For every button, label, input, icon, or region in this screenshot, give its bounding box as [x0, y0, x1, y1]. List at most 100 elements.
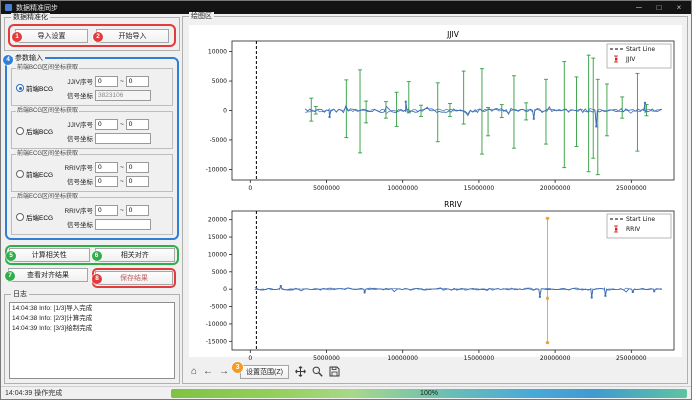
radio-label: 前端ECG [26, 169, 53, 179]
svg-text:-5000: -5000 [210, 137, 228, 144]
annotation-correlation-box: 5 计算相关性 6 相关对齐 [5, 245, 179, 265]
save-result-button[interactable]: 8 保存结果 [95, 271, 173, 285]
log-entry: 14:04:38 Info: [1/3]导入完成 [12, 304, 172, 314]
param-group-legend: 前端ECG区间坐标获取 [16, 151, 79, 158]
svg-text:5000: 5000 [212, 269, 227, 276]
view-align-result-button[interactable]: 7 查看对齐结果 [8, 268, 88, 282]
svg-text:25000000: 25000000 [616, 355, 647, 362]
set-range-wrap: 3 设置范围(Z) [235, 365, 289, 379]
back-bcg-jjiv-end-input[interactable] [126, 119, 149, 130]
range-separator: ~ [120, 78, 124, 85]
svg-text:25000000: 25000000 [616, 185, 647, 192]
annotation-step-8: 8 [92, 274, 102, 284]
annotation-step-1: 1 [12, 32, 22, 42]
param-group-legend: 后端ECG区间坐标获取 [16, 194, 79, 201]
app-window: 数据精准同步 ─ □ × 数据精准化 1 导入设置 2 开始导入 4 参数输入 [0, 0, 692, 400]
svg-text:Start Line: Start Line [626, 216, 655, 223]
front-ecg-rriv-end-input[interactable] [126, 162, 149, 173]
range-separator: ~ [120, 178, 124, 185]
jjiv-index-label: JJIV序号 [60, 76, 93, 86]
front-ecg-coord-start-input[interactable] [95, 176, 118, 187]
correlation-align-label: 相关对齐 [121, 250, 149, 260]
radio-front-bcg[interactable]: 前端BCG [14, 83, 60, 93]
svg-text:20000: 20000 [208, 217, 227, 224]
range-separator: ~ [120, 164, 124, 171]
save-figure-icon[interactable] [329, 366, 340, 377]
svg-text:0: 0 [223, 286, 227, 293]
svg-text:-10000: -10000 [206, 166, 227, 173]
radio-front-ecg[interactable]: 前端ECG [14, 169, 60, 179]
titlebar: 数据精准同步 ─ □ × [1, 1, 691, 14]
maximize-icon[interactable]: □ [651, 1, 667, 14]
annotation-step-5: 5 [6, 251, 16, 261]
rriv-chart: 0 5000000 10000000 15000000 20000000 25000000… [190, 197, 681, 363]
home-icon[interactable]: ⌂ [191, 366, 197, 377]
back-ecg-signal-coord-input[interactable] [95, 219, 151, 230]
correlation-align-button[interactable]: 6 相关对齐 [95, 248, 176, 262]
jjiv-chart: 0500000010000000150000002000000025000000… [190, 27, 681, 193]
calc-correlation-label: 计算相关性 [32, 250, 67, 260]
svg-text:0: 0 [248, 355, 252, 362]
svg-text:-15000: -15000 [206, 338, 227, 345]
param-group-back-ecg: 后端ECG区间坐标获取 后端ECG RRIV序号 ~ [11, 197, 173, 235]
radio-back-ecg[interactable]: 后端ECG [14, 212, 60, 222]
import-settings-button[interactable]: 1 导入设置 [15, 29, 88, 43]
front-bcg-signal-coord-input[interactable] [95, 90, 151, 101]
range-separator: ~ [120, 207, 124, 214]
svg-text:0: 0 [223, 108, 227, 115]
figure: 0500000010000000150000002000000025000000… [189, 25, 682, 357]
app-icon [5, 4, 12, 11]
log-entry: 14:04:39 Info: [3/3]绘制完成 [12, 324, 172, 334]
signal-coord-label: 信号坐标 [60, 133, 93, 143]
svg-text:JJIV: JJIV [446, 30, 460, 39]
back-ecg-rriv-end-input[interactable] [126, 205, 149, 216]
zoom-icon[interactable] [312, 366, 323, 377]
plot-area-group: 绘图区 050000001000000015000000200000002500… [182, 16, 688, 384]
signal-coord-label: 信号坐标 [60, 219, 93, 229]
svg-text:20000000: 20000000 [540, 355, 571, 362]
svg-text:15000000: 15000000 [464, 185, 495, 192]
log-group: 日志 14:04:38 Info: [1/3]导入完成 14:04:38 Inf… [4, 294, 180, 384]
param-group-back-bcg: 后端BCG区间坐标获取 后端BCG JJIV序号 ~ [11, 111, 173, 149]
log-list[interactable]: 14:04:38 Info: [1/3]导入完成 14:04:38 Info: … [9, 302, 175, 379]
calc-correlation-button[interactable]: 5 计算相关性 [9, 248, 90, 262]
start-import-button[interactable]: 2 开始导入 [96, 29, 169, 43]
radio-icon [16, 127, 24, 135]
back-bcg-jjiv-start-input[interactable] [95, 119, 118, 130]
action-buttons: 5 计算相关性 6 相关对齐 7 查看对齐结果 8 [5, 245, 179, 288]
svg-text:JJIV: JJIV [625, 56, 636, 63]
radio-icon [16, 170, 24, 178]
svg-text:-5000: -5000 [210, 304, 228, 311]
statusbar: 14:04:39 操作完成 100% [1, 386, 691, 399]
svg-text:5000000: 5000000 [313, 355, 340, 362]
back-icon[interactable]: ← [203, 366, 213, 377]
set-range-label: 设置范围(Z) [246, 367, 283, 377]
front-ecg-rriv-start-input[interactable] [95, 162, 118, 173]
front-bcg-jjiv-end-input[interactable] [126, 76, 149, 87]
annotation-save-box: 8 保存结果 [92, 268, 176, 288]
svg-text:15000000: 15000000 [464, 355, 495, 362]
range-separator: ~ [120, 121, 124, 128]
close-icon[interactable]: × [671, 1, 687, 14]
sync-group: 数据精准化 1 导入设置 2 开始导入 [4, 17, 180, 51]
back-bcg-signal-coord-input[interactable] [95, 133, 151, 144]
svg-text:10000000: 10000000 [387, 185, 418, 192]
plot-area-title: 绘图区 [189, 12, 214, 21]
control-panel: 数据精准化 1 导入设置 2 开始导入 4 参数输入 前端BCG区间坐标获取 [4, 16, 180, 384]
log-title: 日志 [11, 290, 29, 299]
forward-icon[interactable]: → [219, 366, 229, 377]
svg-text:10000: 10000 [208, 251, 227, 258]
start-import-label: 开始导入 [119, 31, 147, 41]
pan-icon[interactable] [295, 366, 306, 377]
minimize-icon[interactable]: ─ [631, 1, 647, 14]
set-range-button[interactable]: 设置范围(Z) [240, 365, 289, 379]
log-entry: 14:04:38 Info: [2/3]计算完成 [12, 314, 172, 324]
svg-text:10000000: 10000000 [387, 355, 418, 362]
back-ecg-rriv-start-input[interactable] [95, 205, 118, 216]
front-bcg-jjiv-start-input[interactable] [95, 76, 118, 87]
view-align-result-label: 查看对齐结果 [27, 270, 69, 280]
front-ecg-coord-end-input[interactable] [126, 176, 149, 187]
radio-back-bcg[interactable]: 后端BCG [14, 126, 60, 136]
progress-bar: 100% [171, 389, 687, 398]
svg-text:15000: 15000 [208, 234, 227, 241]
